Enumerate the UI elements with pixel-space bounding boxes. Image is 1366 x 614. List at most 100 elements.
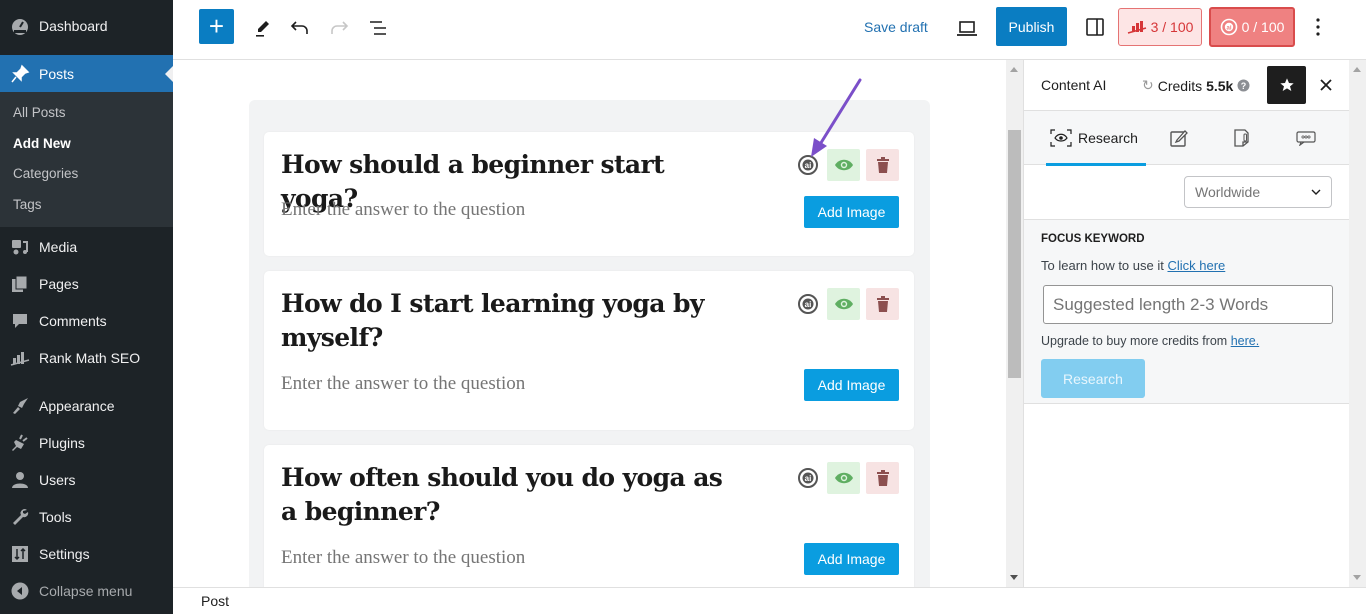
content-ai-button[interactable]: ai — [795, 288, 821, 320]
sidebar-item-tools[interactable]: Tools — [0, 498, 173, 535]
submenu-tags[interactable]: Tags — [0, 190, 173, 221]
admin-sidebar: Dashboard Posts All Posts Add New Catego… — [0, 0, 173, 614]
delete-button[interactable] — [866, 149, 899, 181]
content-ai-button[interactable]: ai — [795, 149, 821, 181]
list-view-icon — [370, 21, 386, 35]
sidebar-item-comments[interactable]: Comments — [0, 302, 173, 339]
close-panel-button[interactable] — [1316, 74, 1336, 96]
research-button[interactable]: Research — [1041, 359, 1145, 398]
toggle-visibility-button[interactable] — [827, 288, 860, 320]
add-block-button[interactable]: + — [199, 9, 234, 44]
country-select[interactable]: Worldwide — [1184, 176, 1332, 208]
settings-sidebar-toggle[interactable] — [1083, 15, 1107, 39]
breadcrumb-post[interactable]: Post — [201, 593, 229, 609]
panel-scrollbar[interactable] — [1349, 60, 1366, 587]
help-icon[interactable]: ? — [1237, 79, 1250, 92]
collapse-menu-button[interactable]: Collapse menu — [0, 572, 173, 609]
svg-text:?: ? — [1241, 81, 1247, 91]
sidebar-item-plugins[interactable]: Plugins — [0, 424, 173, 461]
faq-block[interactable]: How should a beginner start yoga? Enter … — [249, 100, 930, 587]
star-button[interactable] — [1267, 66, 1306, 104]
faq-question[interactable]: How often should you do yoga as a beginn… — [281, 461, 741, 529]
click-here-link[interactable]: Click here — [1167, 258, 1225, 273]
upgrade-link[interactable]: here. — [1231, 334, 1260, 348]
canvas-scrollbar[interactable] — [1006, 60, 1023, 587]
eye-icon — [834, 298, 853, 310]
sidebar-item-label: Rank Math SEO — [39, 349, 141, 366]
scrollbar-thumb[interactable] — [1008, 130, 1021, 378]
faq-actions: ai — [795, 462, 899, 494]
svg-text:ai: ai — [805, 161, 812, 170]
submenu-add-new[interactable]: Add New — [0, 129, 173, 160]
wrench-icon — [10, 507, 30, 527]
rank-math-score-button[interactable]: 3 / 100 — [1118, 8, 1202, 46]
tab-research[interactable]: Research — [1046, 111, 1146, 166]
sidebar-item-label: Plugins — [39, 434, 85, 451]
editor-footer: Post — [173, 587, 1366, 614]
user-icon — [10, 470, 30, 490]
delete-button[interactable] — [866, 288, 899, 320]
tools-button[interactable] — [251, 16, 275, 40]
faq-item: How do I start learning yoga by myself? … — [264, 271, 914, 430]
editor-canvas: How should a beginner start yoga? Enter … — [173, 60, 1005, 587]
pin-icon — [10, 64, 30, 84]
toggle-visibility-button[interactable] — [827, 462, 860, 494]
paintbrush-icon — [10, 396, 30, 416]
sidebar-item-label: Settings — [39, 545, 90, 562]
submenu-all-posts[interactable]: All Posts — [0, 98, 173, 129]
sidebar-item-pages[interactable]: Pages — [0, 265, 173, 302]
content-ai-score: 0 / 100 — [1241, 19, 1285, 35]
sidebar-item-rank-math[interactable]: Rank Math SEO — [0, 339, 173, 376]
focus-keyword-input[interactable] — [1043, 285, 1333, 324]
posts-submenu: All Posts Add New Categories Tags — [0, 92, 173, 227]
publish-button[interactable]: Publish — [996, 7, 1067, 46]
delete-button[interactable] — [866, 462, 899, 494]
undo-icon — [290, 21, 308, 34]
scroll-down-arrow[interactable] — [1010, 575, 1018, 580]
redo-icon — [331, 21, 349, 34]
document-overview-button[interactable] — [366, 16, 390, 40]
tab-chat[interactable] — [1296, 111, 1316, 165]
faq-answer[interactable]: Enter the answer to the question — [281, 547, 525, 569]
rank-math-icon — [1127, 21, 1146, 34]
content-ai-score-button[interactable]: ai 0 / 100 — [1209, 7, 1295, 47]
country-row: Worldwide — [1024, 165, 1349, 220]
add-image-button[interactable]: Add Image — [804, 196, 899, 228]
content-ai-icon: ai — [798, 294, 818, 314]
faq-actions: ai — [795, 288, 899, 320]
scroll-up-arrow[interactable] — [1010, 67, 1018, 72]
content-ai-icon: ai — [798, 155, 818, 175]
scroll-down-arrow[interactable] — [1353, 575, 1361, 580]
tab-ai-tools[interactable] — [1233, 111, 1251, 165]
preview-button[interactable] — [955, 16, 979, 40]
add-image-button[interactable]: Add Image — [804, 543, 899, 575]
trash-icon — [876, 157, 889, 173]
sidebar-item-users[interactable]: Users — [0, 461, 173, 498]
refresh-icon[interactable]: ↻ — [1142, 77, 1154, 94]
svg-text:ai: ai — [1226, 26, 1231, 32]
submenu-categories[interactable]: Categories — [0, 159, 173, 190]
sidebar-item-appearance[interactable]: Appearance — [0, 387, 173, 424]
toggle-visibility-button[interactable] — [827, 149, 860, 181]
options-menu-button[interactable] — [1307, 15, 1329, 39]
sidebar-item-label: Appearance — [39, 397, 115, 414]
dashboard-icon — [10, 16, 30, 36]
sidebar-item-dashboard[interactable]: Dashboard — [0, 7, 173, 44]
more-vertical-icon — [1316, 18, 1320, 36]
undo-button[interactable] — [288, 16, 312, 40]
add-image-button[interactable]: Add Image — [804, 369, 899, 401]
redo-button[interactable] — [327, 16, 351, 40]
sidebar-item-label: Tools — [39, 508, 72, 525]
sidebar-item-media[interactable]: Media — [0, 228, 173, 265]
faq-answer[interactable]: Enter the answer to the question — [281, 199, 525, 221]
tab-write[interactable] — [1169, 111, 1189, 165]
sidebar-item-settings[interactable]: Settings — [0, 535, 173, 572]
scroll-up-arrow[interactable] — [1353, 67, 1361, 72]
faq-question[interactable]: How do I start learning yoga by myself? — [281, 287, 741, 355]
save-draft-button[interactable]: Save draft — [864, 17, 928, 37]
panel-header: Content AI ↻ Credits 5.5k ? — [1024, 60, 1349, 111]
sidebar-item-posts[interactable]: Posts — [0, 55, 173, 92]
panel-tabs: Research — [1024, 111, 1349, 166]
content-ai-button[interactable]: ai — [795, 462, 821, 494]
faq-answer[interactable]: Enter the answer to the question — [281, 373, 525, 395]
